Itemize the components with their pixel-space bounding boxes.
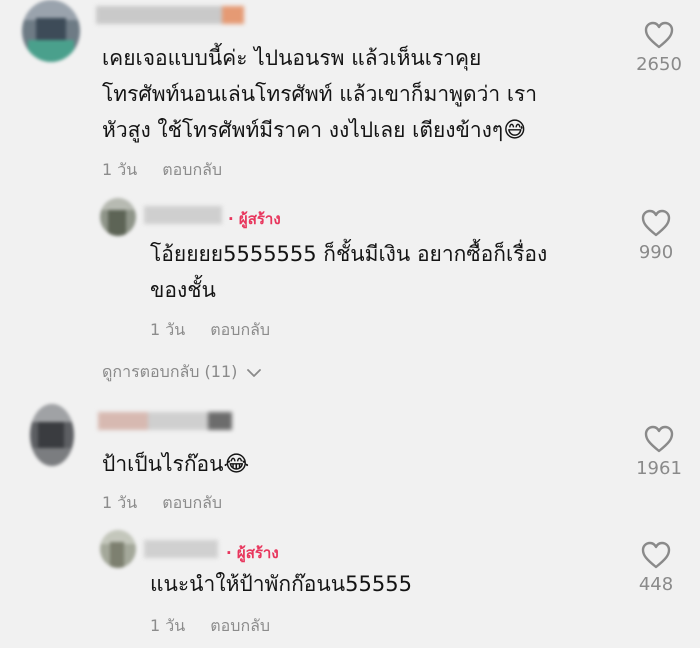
like-button[interactable]: 2650 xyxy=(627,20,691,75)
avatar[interactable] xyxy=(100,198,136,236)
timestamp: 1 วัน xyxy=(102,160,138,179)
username-blurred[interactable] xyxy=(98,412,234,430)
timestamp: 1 วัน xyxy=(150,616,186,635)
avatar[interactable] xyxy=(30,404,74,466)
comment-line: โทรศัพท์นอนเล่นโทรศัพท์ แล้วเขาก็มาพูดว่… xyxy=(102,82,538,106)
like-count: 1961 xyxy=(636,458,682,479)
comment-line: ป้าเป็นไรก๊อน xyxy=(102,452,224,476)
heart-outline-icon xyxy=(644,425,674,453)
reply-line: โอ้ยยยย5555555 ก็ชั้นมีเงิน อยากซื้อก็เร… xyxy=(150,242,548,266)
like-button[interactable]: 448 xyxy=(624,540,688,595)
creator-badge: · ผู้สร้าง xyxy=(226,544,279,562)
like-count: 990 xyxy=(638,242,674,263)
reply-button[interactable]: ตอบกลับ xyxy=(210,320,270,339)
reply-button[interactable]: ตอบกลับ xyxy=(162,160,222,179)
chevron-down-icon xyxy=(247,368,262,377)
timestamp: 1 วัน xyxy=(102,493,138,512)
joy-emoji-icon: 😂 xyxy=(223,452,250,477)
reply-line: แนะนำให้ป้าพักก๊อนน55555 xyxy=(150,572,412,596)
username-blurred[interactable] xyxy=(96,6,256,24)
comment-meta: 1 วัน ตอบกลับ xyxy=(102,491,222,516)
comment-text: ป้าเป็นไรก๊อน😂 xyxy=(102,446,249,483)
reply-button[interactable]: ตอบกลับ xyxy=(162,493,222,512)
reply-text: โอ้ยยยย5555555 ก็ชั้นมีเงิน อยากซื้อก็เร… xyxy=(150,236,547,308)
avatar[interactable] xyxy=(22,0,80,62)
comment-line: เคยเจอแบบนี้ค่ะ ไปนอนรพ แล้วเห็นเราคุย xyxy=(102,46,482,70)
like-count: 448 xyxy=(638,574,674,595)
like-button[interactable]: 1961 xyxy=(627,424,691,479)
username-blurred[interactable] xyxy=(144,206,224,224)
comment-line: หัวสูง ใช้โทรศัพท์มีราคา งงไปเลย เตียงข้… xyxy=(102,118,504,142)
creator-badge: · ผู้สร้าง xyxy=(228,210,281,228)
heart-outline-icon xyxy=(644,21,674,49)
heart-outline-icon xyxy=(641,541,671,569)
timestamp: 1 วัน xyxy=(150,320,186,339)
comment-meta: 1 วัน ตอบกลับ xyxy=(102,158,222,183)
reply-text: แนะนำให้ป้าพักก๊อนน55555 xyxy=(150,566,412,602)
like-count: 2650 xyxy=(636,54,682,75)
reply-meta: 1 วัน ตอบกลับ xyxy=(150,318,270,343)
sweat-smile-emoji-icon: 😅 xyxy=(503,118,527,143)
username-blurred[interactable] xyxy=(144,540,220,558)
like-button[interactable]: 990 xyxy=(624,208,688,263)
reply-line: ของชั้น xyxy=(150,278,216,302)
view-replies-button[interactable]: ดูการตอบกลับ (11) xyxy=(102,360,262,385)
avatar[interactable] xyxy=(100,530,136,568)
view-replies-label: ดูการตอบกลับ (11) xyxy=(102,362,238,381)
heart-outline-icon xyxy=(641,209,671,237)
reply-button[interactable]: ตอบกลับ xyxy=(210,616,270,635)
reply-meta: 1 วัน ตอบกลับ xyxy=(150,614,270,639)
comment-text: เคยเจอแบบนี้ค่ะ ไปนอนรพ แล้วเห็นเราคุย โ… xyxy=(102,40,537,149)
